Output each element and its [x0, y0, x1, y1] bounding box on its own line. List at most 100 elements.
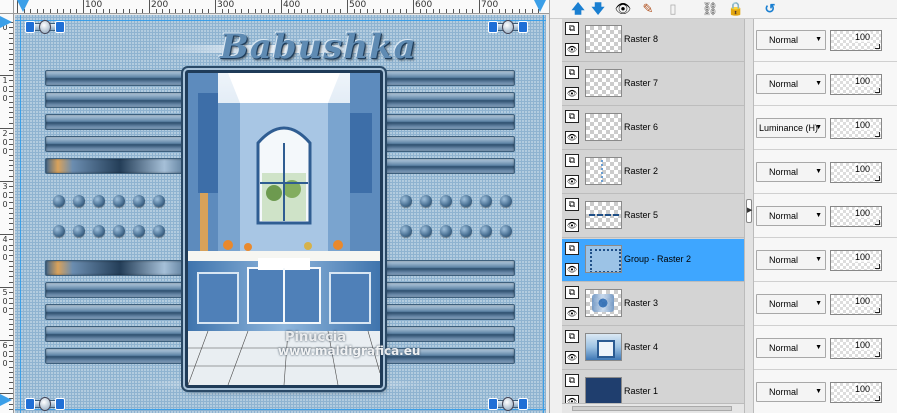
- chevron-down-icon[interactable]: ▼: [815, 251, 822, 269]
- layer-thumbnail[interactable]: [585, 289, 622, 317]
- visibility-eye-icon[interactable]: 👁: [565, 263, 579, 276]
- layer-row[interactable]: ⧉ 👁 Raster 6: [562, 107, 744, 150]
- layer-row[interactable]: ⧉ 👁 Raster 2: [562, 151, 744, 194]
- visibility-eye-icon[interactable]: 👁: [565, 351, 579, 364]
- new-layer-icon[interactable]: 🡅: [570, 1, 586, 17]
- blend-mode-select[interactable]: Luminance (H) ▼: [756, 118, 826, 138]
- resize-corner-icon[interactable]: [875, 88, 880, 93]
- blend-mode-select[interactable]: Normal ▼: [756, 206, 826, 226]
- layer-type-icon[interactable]: ⧉: [565, 110, 579, 123]
- visibility-eye-icon[interactable]: 👁: [565, 131, 579, 144]
- blend-mode-select[interactable]: Normal ▼: [756, 250, 826, 270]
- canvas-area[interactable]: 0100200300400500600700 01002003004005006…: [0, 0, 549, 413]
- guide-line[interactable]: [15, 409, 546, 410]
- blend-mode-select[interactable]: Normal ▼: [756, 382, 826, 402]
- resize-corner-icon[interactable]: [875, 220, 880, 225]
- chevron-down-icon[interactable]: ▼: [815, 75, 822, 93]
- link-icon[interactable]: ⛓: [702, 1, 719, 17]
- resize-corner-icon[interactable]: [875, 264, 880, 269]
- guide-marker-icon[interactable]: [534, 0, 546, 12]
- chevron-down-icon[interactable]: ▼: [815, 339, 822, 357]
- layer-row[interactable]: ⧉ 👁 Raster 8: [562, 19, 744, 62]
- resize-corner-icon[interactable]: [875, 44, 880, 49]
- layer-name[interactable]: Raster 5: [624, 210, 658, 220]
- chevron-down-icon[interactable]: ▼: [815, 31, 822, 49]
- chevron-down-icon[interactable]: ▼: [815, 295, 822, 313]
- layer-type-icon[interactable]: ⧉: [565, 154, 579, 167]
- layer-row[interactable]: ⧉ 👁 Group - Raster 2: [562, 239, 744, 282]
- blend-mode-select[interactable]: Normal ▼: [756, 162, 826, 182]
- horizontal-ruler[interactable]: 0100200300400500600700: [14, 0, 549, 14]
- lock-icon[interactable]: 🔒: [728, 1, 744, 17]
- layer-type-icon[interactable]: ⧉: [565, 374, 579, 387]
- image-canvas[interactable]: Babushka Pinuccia www.maldigrafica.eu: [15, 15, 546, 413]
- layer-type-icon[interactable]: ⧉: [565, 22, 579, 35]
- opacity-field[interactable]: 100: [830, 30, 882, 51]
- undo-icon[interactable]: ↺: [762, 1, 778, 17]
- splitter-handle-icon[interactable]: ▶: [746, 199, 752, 223]
- visibility-eye-icon[interactable]: 👁: [565, 307, 579, 320]
- layer-name[interactable]: Raster 2: [624, 166, 658, 176]
- layer-name[interactable]: Raster 7: [624, 78, 658, 88]
- layer-thumbnail[interactable]: [585, 377, 622, 405]
- chevron-down-icon[interactable]: ▼: [815, 119, 822, 137]
- opacity-field[interactable]: 100: [830, 118, 882, 139]
- layer-name[interactable]: Raster 6: [624, 122, 658, 132]
- opacity-field[interactable]: 100: [830, 250, 882, 271]
- resize-corner-icon[interactable]: [875, 352, 880, 357]
- layer-thumbnail[interactable]: [585, 333, 622, 361]
- edit-selection-icon[interactable]: ✎: [640, 1, 656, 17]
- layer-row[interactable]: ⧉ 👁 Raster 4: [562, 327, 744, 370]
- horizontal-scrollbar[interactable]: [562, 403, 744, 413]
- layer-thumbnail[interactable]: [585, 201, 622, 229]
- visibility-eye-icon[interactable]: 👁: [565, 175, 579, 188]
- visibility-eye-icon[interactable]: 👁: [565, 43, 579, 56]
- layer-name[interactable]: Raster 8: [624, 34, 658, 44]
- layer-thumbnail[interactable]: [585, 157, 622, 185]
- blend-mode-select[interactable]: Normal ▼: [756, 294, 826, 314]
- layer-row[interactable]: ⧉ 👁 Raster 3: [562, 283, 744, 326]
- visibility-eye-icon[interactable]: 👁: [565, 87, 579, 100]
- column-splitter[interactable]: ▶: [744, 19, 754, 413]
- blend-mode-select[interactable]: Normal ▼: [756, 74, 826, 94]
- opacity-field[interactable]: 100: [830, 382, 882, 403]
- layer-type-icon[interactable]: ⧉: [565, 286, 579, 299]
- guide-line[interactable]: [543, 15, 544, 413]
- layer-thumbnail[interactable]: [585, 113, 622, 141]
- opacity-field[interactable]: 100: [830, 294, 882, 315]
- layer-thumbnail[interactable]: [585, 25, 622, 53]
- guide-line[interactable]: [20, 15, 21, 413]
- visibility-eye-icon[interactable]: 👁: [565, 219, 579, 232]
- layer-name[interactable]: Raster 1: [624, 386, 658, 396]
- chevron-down-icon[interactable]: ▼: [815, 207, 822, 225]
- opacity-field[interactable]: 100: [830, 206, 882, 227]
- resize-corner-icon[interactable]: [875, 132, 880, 137]
- layer-name[interactable]: Group - Raster 2: [624, 254, 691, 264]
- layer-type-icon[interactable]: ⧉: [565, 330, 579, 343]
- blend-mode-select[interactable]: Normal ▼: [756, 338, 826, 358]
- layer-type-icon[interactable]: ⧉: [565, 198, 579, 211]
- chevron-down-icon[interactable]: ▼: [815, 163, 822, 181]
- opacity-field[interactable]: 100: [830, 74, 882, 95]
- resize-corner-icon[interactable]: [875, 396, 880, 401]
- opacity-field[interactable]: 100: [830, 162, 882, 183]
- vertical-ruler[interactable]: 0100200300400500600: [0, 14, 14, 413]
- chevron-down-icon[interactable]: ▼: [815, 383, 822, 401]
- visibility-eye-icon[interactable]: 👁: [615, 1, 632, 17]
- resize-corner-icon[interactable]: [875, 308, 880, 313]
- layer-name[interactable]: Raster 3: [624, 298, 658, 308]
- blend-mode-select[interactable]: Normal ▼: [756, 30, 826, 50]
- layer-thumbnail[interactable]: [585, 69, 622, 97]
- scrollbar-thumb[interactable]: [572, 406, 732, 411]
- merge-down-icon[interactable]: 🡇: [590, 1, 606, 17]
- guide-line[interactable]: [15, 20, 546, 21]
- layer-row[interactable]: ⧉ 👁 Raster 5: [562, 195, 744, 238]
- layer-name[interactable]: Raster 4: [624, 342, 658, 352]
- layer-type-icon[interactable]: ⧉: [565, 242, 579, 255]
- layer-type-icon[interactable]: ⧉: [565, 66, 579, 79]
- layer-thumbnail[interactable]: [585, 245, 622, 273]
- resize-corner-icon[interactable]: [875, 176, 880, 181]
- delete-layer-icon[interactable]: ▯: [665, 1, 681, 17]
- opacity-field[interactable]: 100: [830, 338, 882, 359]
- layer-row[interactable]: ⧉ 👁 Raster 7: [562, 63, 744, 106]
